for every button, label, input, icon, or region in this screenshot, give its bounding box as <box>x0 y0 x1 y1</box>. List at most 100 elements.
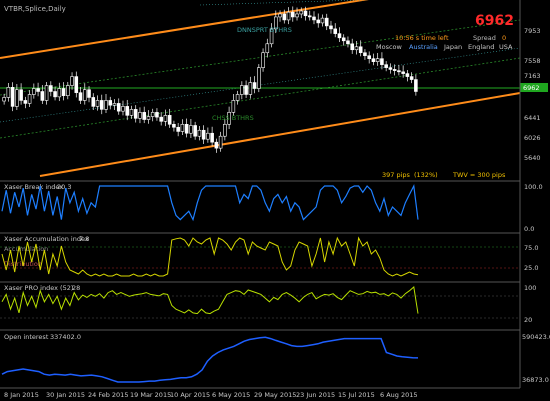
candle-body <box>99 100 104 110</box>
candle-body <box>95 100 100 107</box>
candle-body <box>61 88 66 96</box>
time-tick-7: 29 May 2015 <box>254 391 296 399</box>
twv-label: TWV = 300 pips <box>452 171 506 179</box>
time-tick-9: 15 Jul 2015 <box>338 391 375 399</box>
candle-body <box>146 116 151 120</box>
candle-body <box>125 106 130 116</box>
candle-body <box>155 112 159 118</box>
candle-body <box>210 132 214 143</box>
accumulation-value: 7.8 <box>79 235 89 243</box>
candle-body <box>350 43 354 51</box>
open-interest-value: 337402.0 <box>50 333 81 341</box>
candle-body <box>189 125 193 134</box>
candle-body <box>397 70 401 73</box>
candle-body <box>172 123 176 128</box>
candle-body <box>235 94 240 101</box>
candle-body <box>2 97 6 102</box>
time-tick-3: 24 Feb 2015 <box>88 391 128 399</box>
candle-body <box>346 40 350 45</box>
break-tick-top: 100.0 <box>524 183 543 191</box>
candle-body <box>223 123 227 137</box>
candle-body <box>91 97 96 107</box>
candle-body <box>299 10 304 15</box>
candle-body <box>333 28 338 34</box>
candle-body <box>414 79 418 92</box>
candle-body <box>354 46 359 51</box>
candle-body <box>193 125 197 137</box>
price-tick-1: 7953 <box>524 27 541 35</box>
candle-body <box>405 73 410 77</box>
pro-index-value: 28 <box>72 284 80 292</box>
candle-body <box>138 112 142 119</box>
price-tick-5: 6441 <box>524 114 541 122</box>
big-price: 6962 <box>475 13 514 29</box>
candle-body <box>201 129 206 140</box>
candle-body <box>108 100 113 106</box>
pro-index-title: Xaser PRO index (52) <box>4 284 73 292</box>
candle-body <box>409 76 414 80</box>
candle-body <box>206 132 210 140</box>
price-tick-6: 6026 <box>524 134 541 142</box>
candle-body <box>57 88 62 98</box>
candle-body <box>27 94 32 104</box>
candle-body <box>278 13 282 18</box>
break-tick-bottom: 0.0 <box>524 225 534 233</box>
time-tick-4: 19 Mar 2015 <box>130 391 171 399</box>
session-usa: USA <box>499 43 513 51</box>
candle-body <box>401 71 405 74</box>
candle-body <box>104 100 108 110</box>
spread-value: 0 <box>502 34 506 42</box>
candle-body <box>116 103 121 112</box>
candle-body <box>248 82 253 95</box>
time-tick-5: 10 Apr 2015 <box>170 391 210 399</box>
candle-body <box>214 141 219 149</box>
chart-title: VTBR,Splice,Daily <box>4 5 66 13</box>
candle-body <box>180 123 185 132</box>
session-moscow: Moscow <box>376 43 403 51</box>
candle-body <box>10 87 15 107</box>
pips-label: 397 pips <box>382 171 411 179</box>
candle-body <box>197 129 202 137</box>
candle-body <box>337 33 342 39</box>
candle-body <box>44 85 49 101</box>
spread-label: Spread <box>473 34 496 42</box>
candle-body <box>244 85 248 95</box>
time-tick-6: 6 May 2015 <box>212 391 250 399</box>
candle-body <box>121 106 125 112</box>
candle-body <box>167 115 172 125</box>
candle-body <box>252 82 257 89</box>
candle-body <box>329 25 333 30</box>
price-tick-7: 5640 <box>524 154 541 162</box>
candle-body <box>316 19 321 24</box>
candle-body <box>384 64 388 68</box>
candle-body <box>142 112 146 120</box>
candle-body <box>74 76 79 93</box>
price-badge-label: 6962 <box>523 84 540 92</box>
candle-body <box>375 58 380 62</box>
candle-body <box>324 17 329 27</box>
session-list: Moscow Australia Japan England USA <box>376 43 513 51</box>
session-england: England <box>468 43 494 51</box>
candle-body <box>36 88 40 92</box>
accumulation-tick-bottom: 25.0 <box>524 264 538 272</box>
pro-tick-bottom: 20 <box>524 316 532 324</box>
candle-body <box>159 116 163 122</box>
candle-body <box>112 103 117 106</box>
session-australia: Australia <box>409 43 438 51</box>
candle-body <box>388 67 393 70</box>
break-index-value: 20.3 <box>57 183 71 191</box>
candle-body <box>15 89 19 107</box>
candle-body <box>176 126 180 132</box>
channel-label-1: DNNSPRT BTHRS <box>237 26 292 34</box>
candle-body <box>6 87 11 98</box>
oi-tick-bottom: 36873.0 <box>522 376 549 384</box>
candle-body <box>19 89 23 101</box>
candle-body <box>371 58 376 62</box>
break-index-title: Xaser Break index <box>4 183 63 191</box>
candle-body <box>53 91 57 98</box>
candle-body <box>257 67 261 89</box>
candle-body <box>133 109 138 119</box>
candle-body <box>303 10 308 17</box>
time-tick-2: 30 Jan 2015 <box>46 391 85 399</box>
candle-body <box>87 89 91 98</box>
